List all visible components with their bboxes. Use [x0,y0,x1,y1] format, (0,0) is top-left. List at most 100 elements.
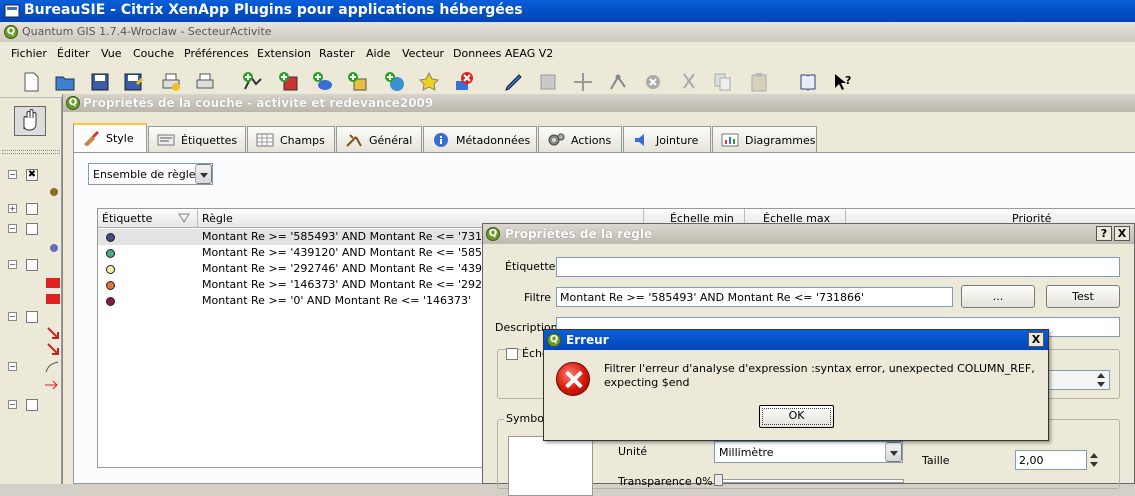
tab-label: Actions [571,134,612,147]
panel-divider [2,150,60,154]
help-button[interactable]: ? [1096,226,1112,241]
layer-checkbox[interactable]: ✖ [26,169,38,181]
scale-checkbox[interactable] [506,348,518,360]
error-title-bar: Q Erreur X [544,330,1048,350]
tab-champs[interactable]: Champs [247,126,335,152]
close-button[interactable]: X [1028,332,1044,347]
save-as-icon[interactable] [122,71,144,93]
new-project-icon[interactable] [20,71,42,93]
save-edits-icon[interactable] [537,71,559,93]
help-book-icon[interactable] [797,71,819,93]
legend-raster-icon [46,278,60,288]
expander[interactable]: − [8,224,17,233]
error-dialog: Q Erreur X Filtrer l'erreur d'analyse d'… [543,329,1049,441]
paste-icon[interactable] [748,71,770,93]
menubar: Fichier Éditer Vue Couche Préférences Ex… [0,42,1135,66]
test-button[interactable]: Test [1046,285,1120,308]
menu-vecteur[interactable]: Vecteur [402,47,444,60]
transparency-slider-handle[interactable] [714,474,723,486]
menu-preferences[interactable]: Préférences [184,47,249,60]
expander[interactable]: − [8,400,17,409]
expander[interactable]: − [8,170,17,179]
ok-button[interactable]: OK [759,405,834,428]
menu-vue[interactable]: Vue [101,47,122,60]
size-input[interactable]: 2,00 [1015,450,1087,470]
save-project-icon[interactable] [89,71,111,93]
tab-etiquettes[interactable]: Étiquettes [148,126,246,152]
unit-value: Millimètre [719,446,774,459]
move-feature-icon[interactable] [572,71,594,93]
tab-general[interactable]: Général [336,126,422,152]
citrix-title: BureauSIE - Citrix XenApp Plugins pour a… [24,2,523,18]
qgis-title: Quantum GIS 1.7.4-Wroclaw - SecteurActiv… [22,25,272,38]
print-composer-icon[interactable] [160,71,182,93]
menu-couche[interactable]: Couche [133,47,174,60]
menu-aide[interactable]: Aide [366,47,390,60]
renderer-type-select[interactable]: Ensemble de règles [88,163,213,185]
rule-symbol-swatch [106,249,115,258]
unit-select[interactable]: Millimètre [714,441,903,463]
whats-this-icon[interactable]: ? [832,71,854,93]
layer-checkbox[interactable] [26,311,38,323]
symbol-tree[interactable] [508,436,593,496]
rule-symbol-swatch [106,265,115,274]
new-layer-icon[interactable] [418,71,440,93]
error-message: Filtrer l'erreur d'analyse d'expression … [604,362,1035,389]
tab-actions[interactable]: Actions [538,126,622,152]
style-brush-icon [84,131,99,146]
expander[interactable]: + [8,204,17,213]
menu-extension[interactable]: Extension [257,47,311,60]
menu-raster[interactable]: Raster [319,47,354,60]
sort-indicator-icon [178,213,190,223]
scale-spinner-icon[interactable] [1094,371,1108,389]
layer-checkbox[interactable] [26,399,38,411]
column-header-etiquette[interactable]: Étiquette [98,209,198,228]
add-raster-layer-icon[interactable] [278,71,300,93]
add-spatialite-layer-icon[interactable] [347,71,369,93]
toggle-edit-icon[interactable] [503,71,525,93]
tab-diagrammes[interactable]: Diagrammes [712,126,817,152]
close-button[interactable]: X [1114,226,1130,241]
copy-icon[interactable] [712,71,734,93]
tab-metadonnees[interactable]: Métadonnées [423,126,537,152]
expander[interactable]: − [8,362,17,371]
rule-expression: Montant Re >= '0' AND Montant Re <= '146… [202,294,472,307]
expander[interactable]: − [8,260,17,269]
join-speaker-icon [635,134,644,146]
cut-icon[interactable] [678,71,700,93]
tab-label: Diagrammes [745,134,816,147]
filter-input[interactable]: Montant Re >= '585493' AND Montant Re <=… [556,287,953,307]
pan-tool-button[interactable] [14,106,46,136]
rule-expression: Montant Re >= '439120' AND Montant Re <=… [202,246,507,259]
node-tool-icon[interactable] [607,71,629,93]
tab-style[interactable]: Style [73,123,147,153]
add-postgis-layer-icon[interactable] [312,71,334,93]
legend-symbol [50,188,58,196]
svg-text:?: ? [845,74,851,87]
delete-selected-icon[interactable] [642,71,664,93]
layer-checkbox[interactable] [26,203,38,215]
open-project-icon[interactable] [54,71,76,93]
add-vector-layer-icon[interactable] [242,71,264,93]
expression-builder-button[interactable]: ... [961,285,1035,308]
size-spinner-icon[interactable] [1087,451,1101,469]
layer-checkbox[interactable] [26,259,38,271]
menu-fichier[interactable]: Fichier [11,47,47,60]
transparency-slider[interactable] [714,479,904,483]
label-input[interactable] [556,257,1120,277]
diagram-chart-icon [721,133,739,147]
rule-symbol-swatch [106,233,115,242]
print-icon[interactable] [194,71,216,93]
remove-layer-icon[interactable] [453,71,475,93]
tab-jointure[interactable]: Jointure [623,126,711,152]
menu-donnees-aeag[interactable]: Donnees AEAG V2 [453,47,553,60]
column-header-label: Règle [202,212,233,225]
menu-editer[interactable]: Éditer [57,47,90,60]
add-wms-layer-icon[interactable] [384,71,406,93]
legend-symbol [50,244,58,252]
layer-checkbox[interactable] [26,223,38,235]
expander[interactable]: − [8,312,17,321]
fields-table-icon [256,133,274,147]
qgis-logo-icon: Q [486,227,500,241]
size-value: 2,00 [1019,454,1044,467]
